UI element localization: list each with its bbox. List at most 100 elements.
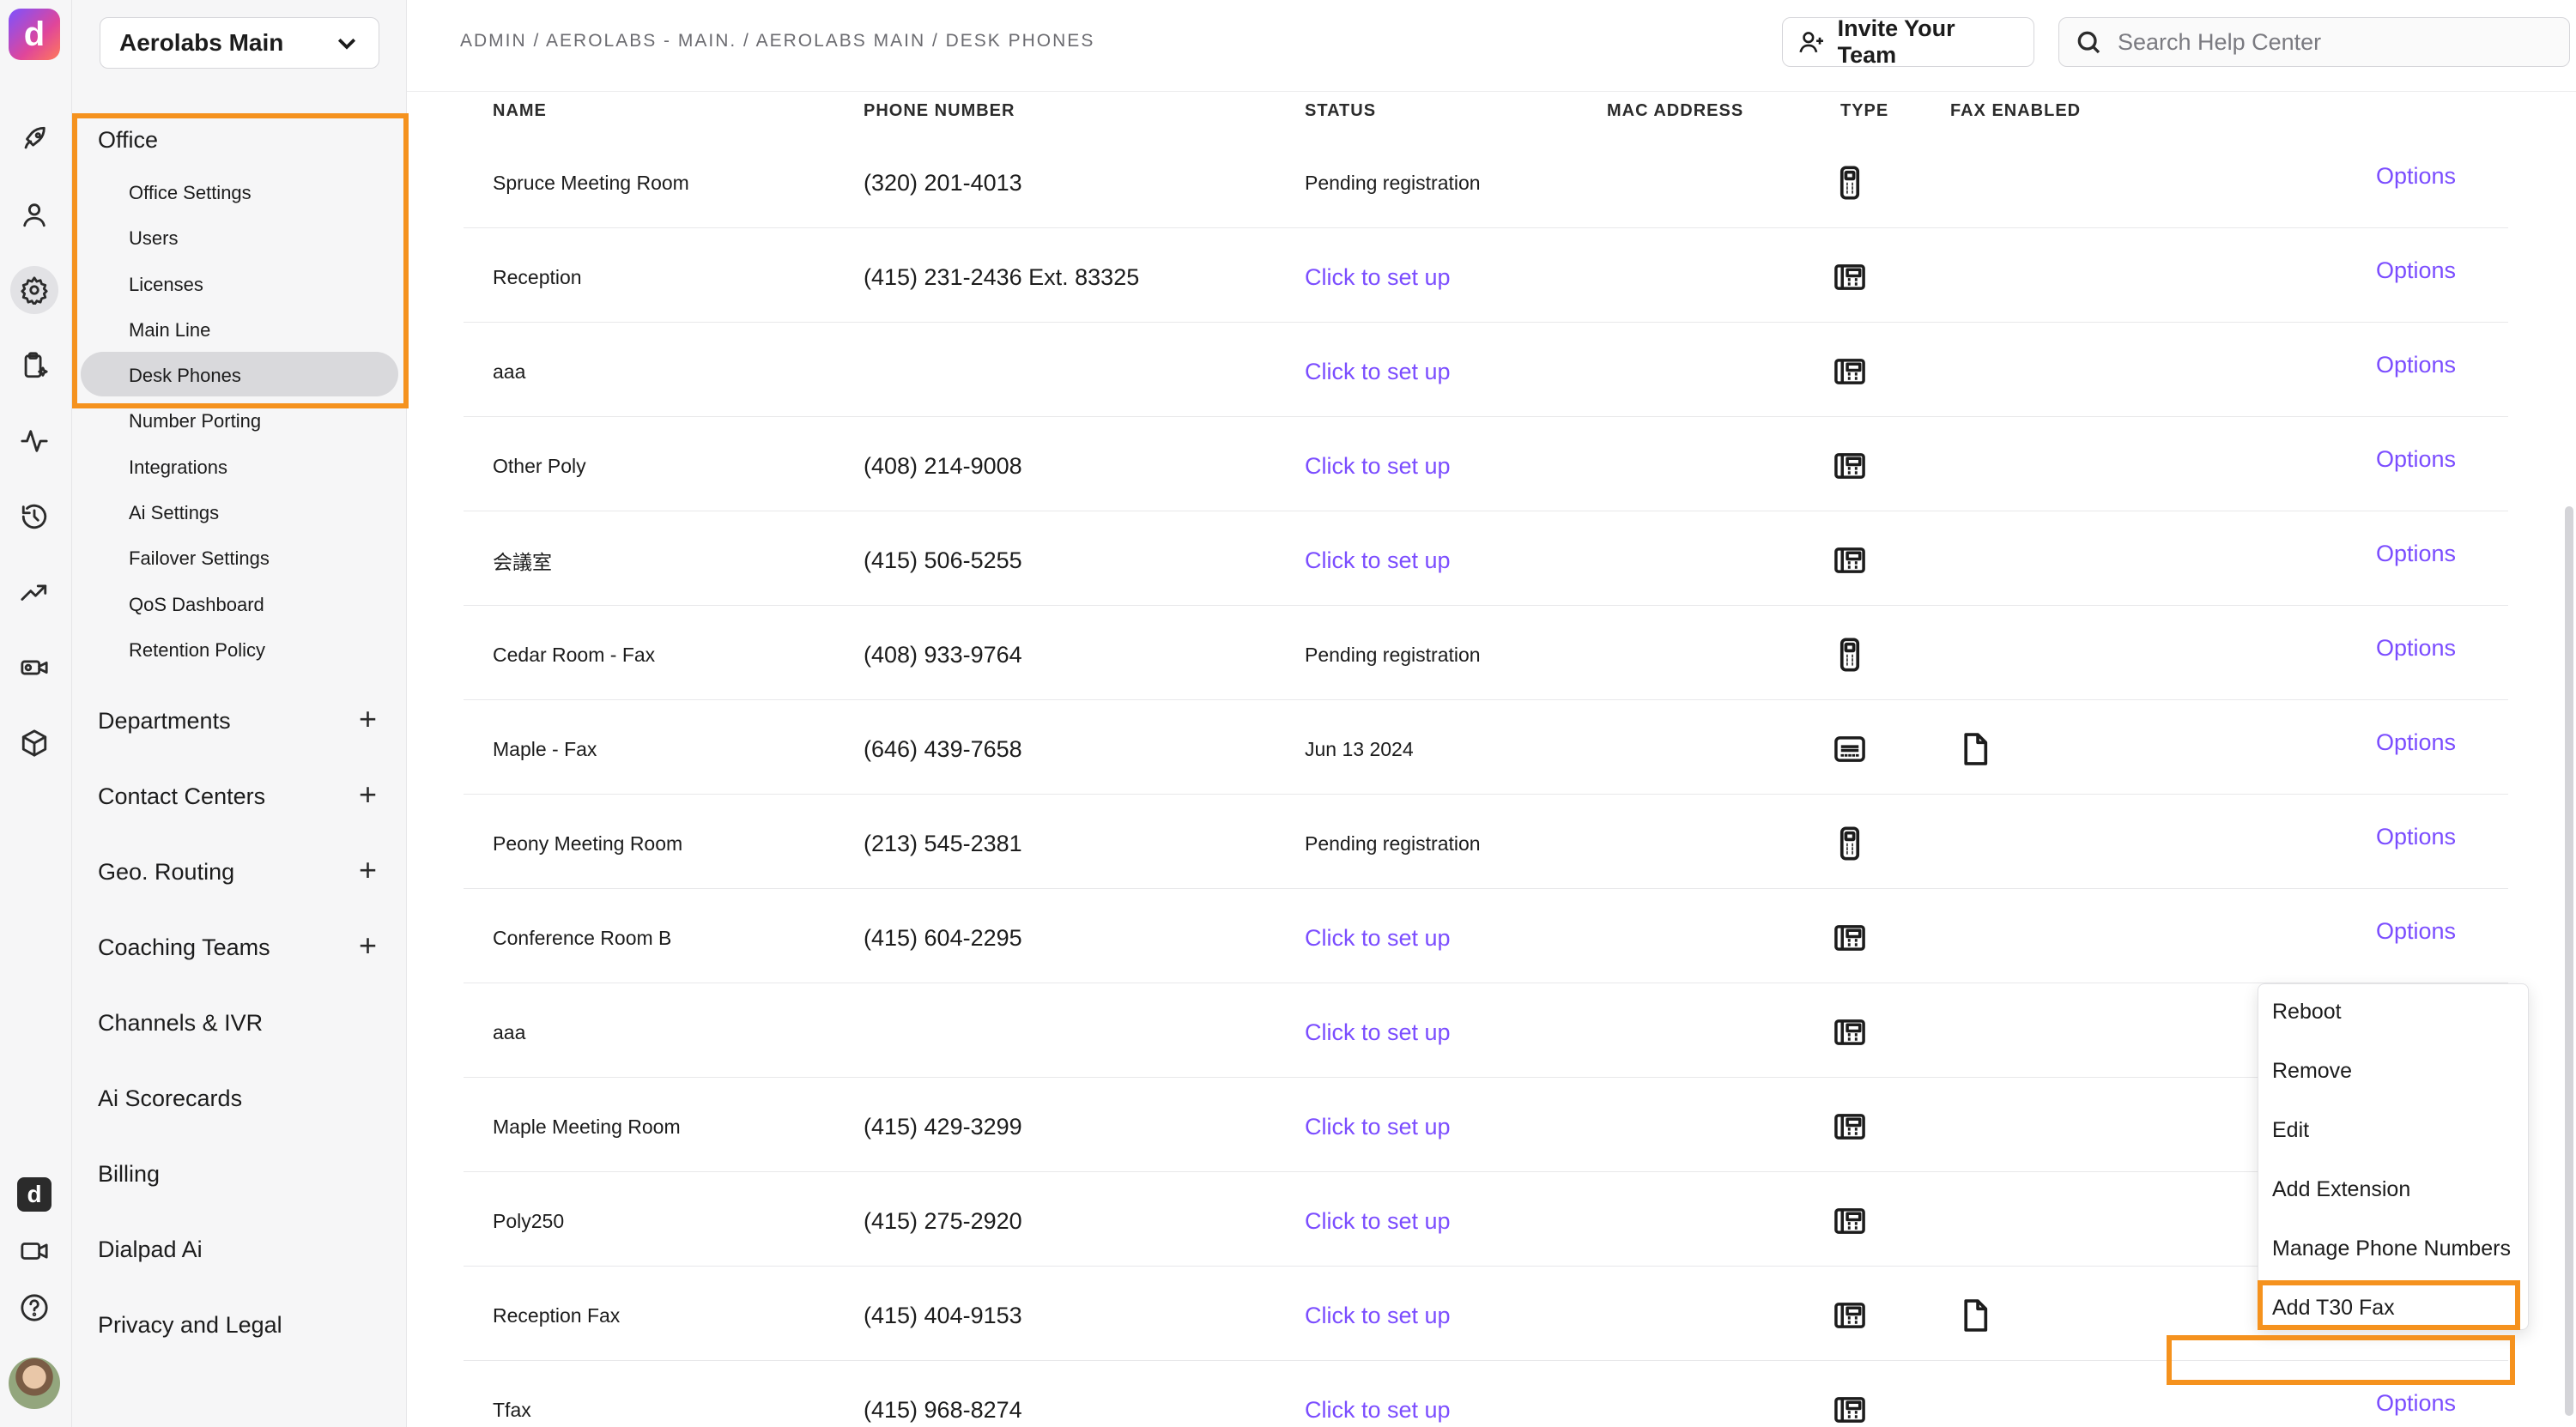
- invite-team-button[interactable]: Invite Your Team: [1782, 15, 2034, 68]
- menu-item-reboot[interactable]: Reboot: [2272, 1000, 2342, 1025]
- column-header-fax: FAX ENABLED: [1950, 101, 2082, 120]
- table-row[interactable]: Reception (415) 231-2436 Ext. 83325 Click …: [464, 232, 2508, 323]
- table-row[interactable]: Other Poly (408) 214-9008 Click to set up O…: [464, 420, 2508, 511]
- table-row[interactable]: Conference Room B (415) 604-2295 Click to …: [464, 892, 2508, 983]
- video-ai-icon[interactable]: [10, 644, 58, 692]
- help-circle-icon[interactable]: [10, 1284, 58, 1332]
- desk-phone-icon: [1834, 1270, 1866, 1361]
- activity-icon[interactable]: [10, 417, 58, 465]
- setup-link[interactable]: Click to set up: [1305, 515, 1451, 606]
- options-link[interactable]: Options: [2376, 602, 2456, 693]
- desk-phone-icon: [1834, 1364, 1866, 1427]
- sidebar-item-number-porting[interactable]: Number Porting: [129, 410, 261, 432]
- table-row[interactable]: Maple - Fax (646) 439-7658 Jun 13 2024 Opti…: [464, 704, 2508, 795]
- dialpad-app-icon[interactable]: d: [17, 1177, 52, 1212]
- plus-icon[interactable]: +: [359, 930, 377, 961]
- options-link[interactable]: Options: [2376, 225, 2456, 316]
- plus-icon[interactable]: +: [359, 779, 377, 810]
- row-name: Maple - Fax: [493, 737, 597, 760]
- row-name: aaa: [493, 1020, 526, 1043]
- options-link[interactable]: Options: [2376, 130, 2456, 221]
- table-row[interactable]: Spruce Meeting Room (320) 201-4013 Pending…: [464, 137, 2508, 228]
- menu-item-add-extension[interactable]: Add Extension: [2272, 1177, 2410, 1202]
- plus-icon[interactable]: +: [359, 704, 377, 735]
- row-phone-number: (415) 604-2295: [864, 924, 1022, 951]
- sidebar-section-dialpad-ai[interactable]: Dialpad Ai: [98, 1237, 203, 1263]
- row-name: Poly250: [493, 1209, 565, 1232]
- row-name: Conference Room B: [493, 926, 672, 949]
- sidebar-item-qos-dashboard[interactable]: QoS Dashboard: [129, 594, 264, 616]
- highlight-box-options: [2167, 1335, 2515, 1385]
- row-phone-number: (415) 231-2436 Ext. 83325: [864, 263, 1140, 290]
- row-name: Maple Meeting Room: [493, 1115, 681, 1138]
- setup-link[interactable]: Click to set up: [1305, 232, 1451, 323]
- sidebar-section-privacy-legal[interactable]: Privacy and Legal: [98, 1312, 282, 1339]
- document-icon: [1959, 1270, 1991, 1361]
- options-link[interactable]: Options: [2376, 791, 2456, 882]
- table-row[interactable]: Poly250 (415) 275-2920 Click to set up: [464, 1176, 2508, 1267]
- setup-link[interactable]: Click to set up: [1305, 420, 1451, 511]
- sidebar-item-retention-policy[interactable]: Retention Policy: [129, 639, 265, 662]
- user-plus-icon: [1799, 32, 1823, 53]
- history-icon[interactable]: [10, 493, 58, 541]
- table-row[interactable]: 会議室 (415) 506-5255 Click to set up Options: [464, 515, 2508, 606]
- plus-icon[interactable]: +: [359, 855, 377, 886]
- row-name: Other Poly: [493, 454, 586, 477]
- setup-link[interactable]: Click to set up: [1305, 1364, 1451, 1427]
- setup-link[interactable]: Click to set up: [1305, 1176, 1451, 1267]
- desk-phone-icon: [1834, 420, 1866, 511]
- options-menu: Reboot Remove Edit Add Extension Manage …: [2258, 983, 2529, 1330]
- sidebar-item-failover-settings[interactable]: Failover Settings: [129, 547, 270, 570]
- handset-icon: [1834, 137, 1866, 228]
- invite-team-label: Invite Your Team: [1837, 15, 1955, 68]
- search-input[interactable]: [2118, 28, 2547, 56]
- search-icon: [2077, 31, 2100, 54]
- options-link[interactable]: Options: [2376, 886, 2456, 977]
- table-row[interactable]: Peony Meeting Room (213) 545-2381 Pending …: [464, 798, 2508, 889]
- row-name: Reception: [493, 265, 582, 288]
- table-row[interactable]: aaa Click to set up Options: [464, 326, 2508, 417]
- user-icon[interactable]: [10, 190, 58, 239]
- options-link[interactable]: Options: [2376, 508, 2456, 599]
- avatar[interactable]: [9, 1357, 60, 1409]
- menu-item-manage-phone-numbers[interactable]: Manage Phone Numbers: [2272, 1237, 2511, 1261]
- sidebar-section-contact-centers[interactable]: Contact Centers: [98, 783, 265, 810]
- dialpad-logo-icon[interactable]: d: [9, 9, 60, 60]
- gear-icon[interactable]: [10, 266, 58, 314]
- sidebar-section-geo-routing[interactable]: Geo. Routing: [98, 859, 234, 886]
- setup-link[interactable]: Click to set up: [1305, 326, 1451, 417]
- setup-link[interactable]: Click to set up: [1305, 987, 1451, 1078]
- setup-link[interactable]: Click to set up: [1305, 1270, 1451, 1361]
- table-row[interactable]: Cedar Room - Fax (408) 933-9764 Pending re…: [464, 609, 2508, 700]
- cube-icon[interactable]: [10, 719, 58, 767]
- header-divider: [407, 91, 2576, 92]
- row-phone-number: (646) 439-7658: [864, 735, 1022, 762]
- highlight-box-office: [72, 113, 409, 408]
- sidebar-item-ai-settings[interactable]: Ai Settings: [129, 502, 219, 524]
- column-header-phone: PHONE NUMBER: [864, 101, 1015, 120]
- row-phone-number: (415) 404-9153: [864, 1302, 1022, 1328]
- table-row[interactable]: Maple Meeting Room (415) 429-3299 Click to…: [464, 1081, 2508, 1172]
- menu-item-edit[interactable]: Edit: [2272, 1118, 2309, 1143]
- table-row[interactable]: aaa Click to set up: [464, 987, 2508, 1078]
- sidebar-section-departments[interactable]: Departments: [98, 708, 231, 735]
- sidebar-section-coaching-teams[interactable]: Coaching Teams: [98, 934, 270, 961]
- options-link[interactable]: Options: [2376, 319, 2456, 410]
- setup-link[interactable]: Click to set up: [1305, 892, 1451, 983]
- sidebar-section-channels-ivr[interactable]: Channels & IVR: [98, 1010, 263, 1037]
- sidebar-item-integrations[interactable]: Integrations: [129, 457, 227, 479]
- setup-link[interactable]: Click to set up: [1305, 1081, 1451, 1172]
- sidebar-section-ai-scorecards[interactable]: Ai Scorecards: [98, 1085, 242, 1112]
- clipboard-sparkle-icon[interactable]: [10, 342, 58, 390]
- row-phone-number: (408) 214-9008: [864, 452, 1022, 479]
- scrollbar[interactable]: [2565, 506, 2573, 1416]
- sidebar-section-billing[interactable]: Billing: [98, 1161, 160, 1188]
- options-link[interactable]: Options: [2376, 697, 2456, 788]
- trending-up-icon[interactable]: [10, 568, 58, 616]
- office-select[interactable]: Aerolabs Main: [100, 17, 379, 69]
- row-name: 会議室: [493, 551, 552, 573]
- options-link[interactable]: Options: [2376, 414, 2456, 505]
- video-camera-icon[interactable]: [10, 1227, 58, 1275]
- menu-item-remove[interactable]: Remove: [2272, 1059, 2352, 1084]
- rocket-icon[interactable]: [10, 115, 58, 163]
